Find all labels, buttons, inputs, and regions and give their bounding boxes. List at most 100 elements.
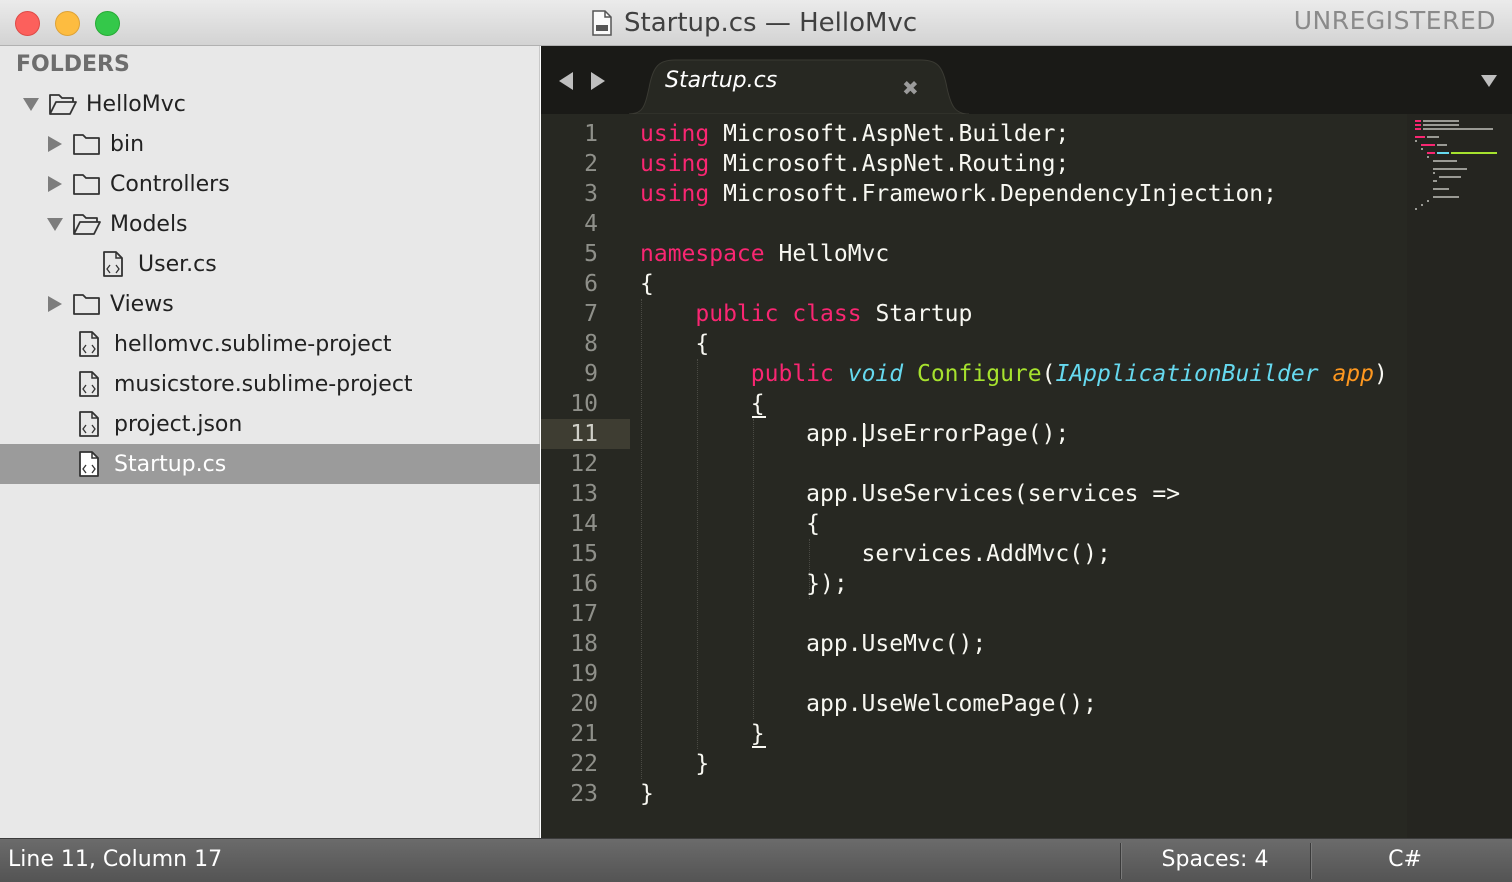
tree-item-label: Controllers [110, 171, 230, 197]
collapsed-arrow-icon[interactable] [46, 175, 64, 193]
line-number: 8 [584, 331, 598, 357]
tree-item-label: hellomvc.sublime-project [114, 331, 392, 357]
line-number: 10 [570, 391, 598, 417]
unregistered-label: UNREGISTERED [1293, 6, 1496, 35]
file-icon [103, 251, 123, 277]
tab-previous-icon[interactable] [557, 70, 575, 92]
tree-item-user-cs[interactable]: User.cs [0, 244, 540, 284]
tree-item-musicstore-project[interactable]: musicstore.sublime-project [0, 364, 540, 404]
code-text: { [640, 331, 710, 357]
code-text: }); [640, 571, 848, 597]
document-icon [592, 10, 612, 36]
line-number: 4 [584, 211, 598, 237]
line-number: 21 [570, 721, 598, 747]
line-number: 23 [570, 781, 598, 807]
code-line: 9 public void Configure(IApplicationBuil… [541, 359, 1401, 389]
editor-pane: Startup.cs ✖ 1 using Microsoft.AspNet.Bui… [541, 46, 1512, 838]
tree-item-hellomvc-project[interactable]: hellomvc.sublime-project [0, 324, 540, 364]
code-line: 16 }); [541, 569, 1401, 599]
code-line: 18 app.UseMvc(); [541, 629, 1401, 659]
folder-icon [73, 174, 100, 195]
status-bar: Line 11, Column 17 Spaces: 4 C# [0, 838, 1512, 882]
window-title-text: Startup.cs — HelloMvc [624, 8, 918, 38]
expanded-arrow-icon[interactable] [22, 95, 40, 113]
close-window-button[interactable] [15, 11, 40, 36]
syntax-selector[interactable]: C# [1312, 847, 1498, 872]
line-number: 9 [584, 361, 598, 387]
folder-icon [73, 294, 100, 315]
bracket-match-underline [752, 746, 766, 748]
code-text: public void Configure(IApplicationBuilde… [750, 361, 1388, 387]
file-icon [79, 411, 99, 437]
line-number: 14 [570, 511, 598, 537]
line-number: 6 [584, 271, 598, 297]
code-text: } [640, 781, 654, 807]
line-number: 16 [570, 571, 598, 597]
tree-item-hellomvc[interactable]: HelloMvc [0, 84, 540, 124]
tree-item-label: User.cs [138, 251, 217, 277]
code-line: 19 [541, 659, 1401, 689]
tree-item-models[interactable]: Models [0, 204, 540, 244]
code-line: 13 app.UseServices(services => [541, 479, 1401, 509]
code-line: 5 namespace HelloMvc [541, 239, 1401, 269]
code-line: 2 using Microsoft.AspNet.Routing; [541, 149, 1401, 179]
code-text: } [640, 751, 710, 777]
code-text: app.UseMvc(); [640, 631, 987, 657]
collapsed-arrow-icon[interactable] [46, 135, 64, 153]
cursor-position: Line 11, Column 17 [8, 847, 223, 872]
code-text: using Microsoft.AspNet.Routing; [640, 151, 1070, 177]
code-line: 22 } [541, 749, 1401, 779]
code-line: 14 { [541, 509, 1401, 539]
tab-dropdown-icon[interactable] [1480, 74, 1498, 88]
tree-item-bin[interactable]: bin [0, 124, 540, 164]
line-number: 13 [570, 481, 598, 507]
tree-item-label: Models [110, 211, 188, 237]
tree-item-label: Views [110, 291, 174, 317]
tab-startup-cs[interactable]: Startup.cs ✖ [629, 58, 969, 114]
code-line: 4 [541, 209, 1401, 239]
line-number: 12 [570, 451, 598, 477]
code-line: 23} [541, 779, 1401, 809]
collapsed-arrow-icon[interactable] [46, 295, 64, 313]
code-text: app.UseServices(services => [640, 481, 1181, 507]
tab-label: Startup.cs [665, 68, 778, 93]
minimize-window-button[interactable] [55, 11, 80, 36]
title-bar: Startup.cs — HelloMvc UNREGISTERED [0, 0, 1512, 46]
expanded-arrow-icon[interactable] [46, 215, 64, 233]
line-number: 22 [570, 751, 598, 777]
code-text: { [640, 271, 654, 297]
open-folder-icon [73, 214, 101, 235]
maximize-window-button[interactable] [95, 11, 120, 36]
code-area[interactable]: 1 using Microsoft.AspNet.Builder; 2 using … [541, 114, 1512, 838]
code-text: app.UseWelcomePage(); [640, 691, 1097, 717]
code-line: 10 { [541, 389, 1401, 419]
tree-item-controllers[interactable]: Controllers [0, 164, 540, 204]
file-icon [79, 371, 99, 397]
line-number: 15 [570, 541, 598, 567]
code-text: { [640, 391, 765, 417]
file-icon [79, 451, 99, 477]
tab-close-icon[interactable]: ✖ [902, 76, 919, 100]
code-line: 8 { [541, 329, 1401, 359]
code-line: 12 [541, 449, 1401, 479]
code-text: app.UseErrorPage(); [640, 421, 1070, 447]
tree-item-label: musicstore.sublime-project [114, 371, 413, 397]
sidebar: FOLDERS HelloMvc bin Controllers Models … [0, 46, 540, 838]
code-line: 20 app.UseWelcomePage(); [541, 689, 1401, 719]
bracket-match-underline [752, 416, 766, 418]
tree-item-views[interactable]: Views [0, 284, 540, 324]
tree-item-label: HelloMvc [86, 91, 186, 117]
open-folder-icon [49, 94, 77, 115]
tab-next-icon[interactable] [589, 70, 607, 92]
code-text: services.AddMvc(); [640, 541, 1111, 567]
minimap[interactable] [1407, 114, 1512, 838]
code-text: namespace HelloMvc [640, 241, 890, 267]
tree-item-project-json[interactable]: project.json [0, 404, 540, 444]
sublime-window: Startup.cs — HelloMvc UNREGISTERED FOLDE… [0, 0, 1512, 882]
tree-item-startup-cs[interactable]: Startup.cs [0, 444, 540, 484]
code-text: using Microsoft.AspNet.Builder; [640, 121, 1070, 147]
code-line: 17 [541, 599, 1401, 629]
code-line: 3 using Microsoft.Framework.DependencyInj… [541, 179, 1401, 209]
tree-item-label: bin [110, 131, 145, 157]
indentation-selector[interactable]: Spaces: 4 [1122, 847, 1308, 872]
